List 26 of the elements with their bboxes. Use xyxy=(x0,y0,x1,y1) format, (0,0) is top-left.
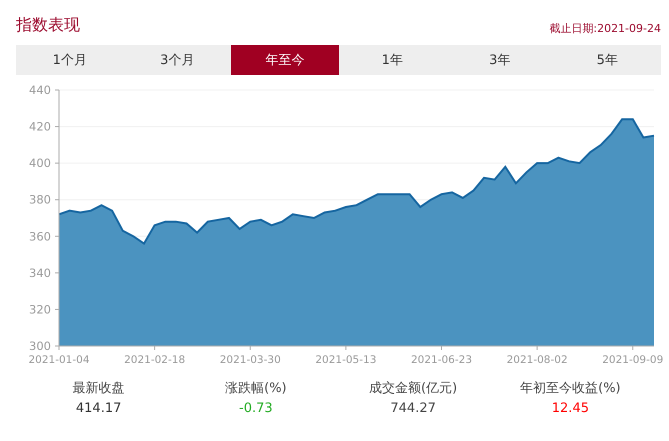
stat-label: 涨跌幅(%) xyxy=(225,380,287,397)
y-tick-label: 420 xyxy=(29,120,51,134)
x-tick-label: 2021-08-02 xyxy=(506,354,568,366)
stat-value: -0.73 xyxy=(239,401,273,416)
period-tab[interactable]: 年至今 xyxy=(231,45,338,75)
y-tick-label: 360 xyxy=(29,229,51,244)
stat-value: 12.45 xyxy=(552,401,589,416)
stat-label: 年初至今收益(%) xyxy=(520,380,621,397)
as-of-date: 截止日期:2021-09-24 xyxy=(549,21,661,36)
y-tick-label: 300 xyxy=(29,339,51,353)
stat-value: 414.17 xyxy=(76,401,122,416)
section-title: 指数表现 xyxy=(16,15,80,36)
stat-label: 成交金额(亿元) xyxy=(369,380,458,397)
stat-value: 744.27 xyxy=(390,401,436,416)
x-tick-label: 2021-09-09 xyxy=(602,354,664,366)
stat-label: 最新收盘 xyxy=(72,380,125,397)
y-tick-label: 380 xyxy=(29,192,51,207)
y-tick-label: 320 xyxy=(29,302,51,316)
y-tick-label: 340 xyxy=(29,266,51,280)
x-tick-label: 2021-03-30 xyxy=(220,354,281,366)
y-tick-label: 400 xyxy=(29,156,51,170)
x-tick-label: 2021-06-23 xyxy=(410,354,472,366)
x-tick-label: 2021-02-18 xyxy=(124,354,186,366)
y-tick-label: 440 xyxy=(29,83,51,97)
x-tick-label: 2021-05-13 xyxy=(315,354,376,366)
x-tick-label: 2021-01-04 xyxy=(28,354,90,366)
